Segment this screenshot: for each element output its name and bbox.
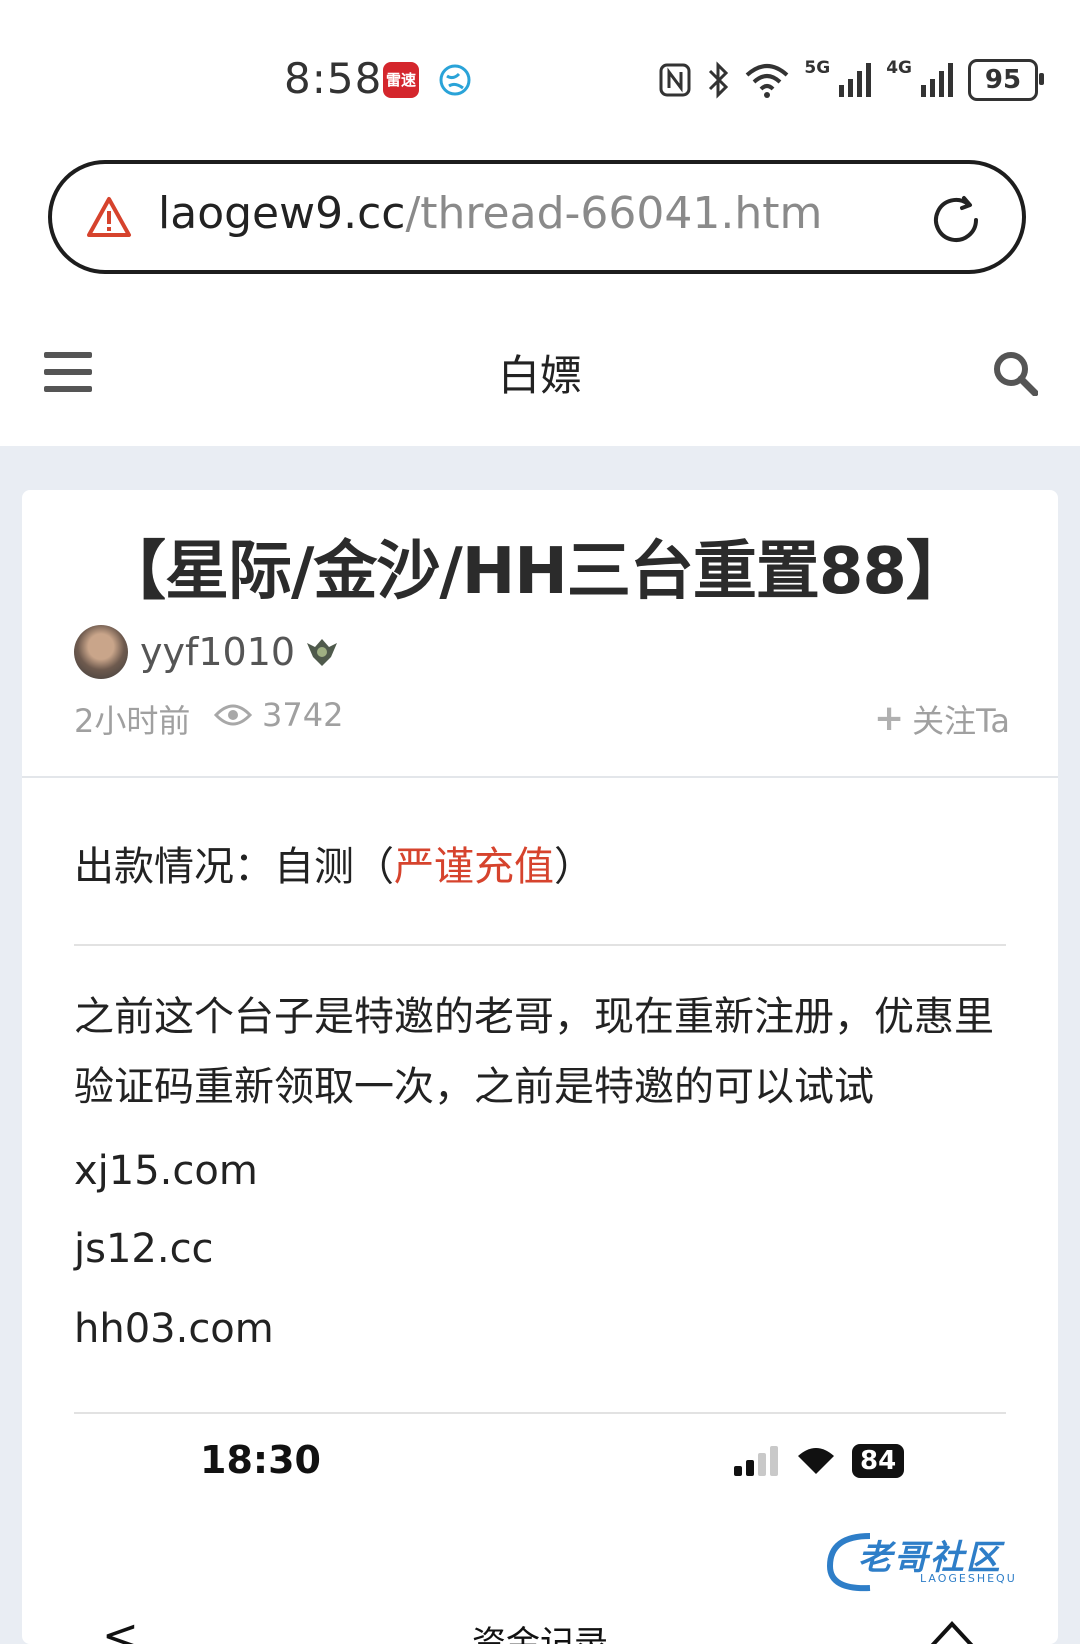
site-link[interactable]: js12.cc bbox=[74, 1226, 214, 1272]
view-count-value: 3742 bbox=[262, 696, 344, 734]
status-icons: 5G 4G 95 bbox=[658, 58, 1044, 102]
thread-card: 【星际/金沙/HH三台重置88】 yyf1010 2小时前 3742 + 关注T… bbox=[22, 490, 1058, 1644]
watermark-logo: 老哥社区 LAOGESHEQU bbox=[820, 1522, 1060, 1602]
status-time: 8:58 bbox=[284, 54, 383, 103]
site-title: 白嫖 bbox=[497, 351, 582, 400]
network-5g-label: 5G bbox=[804, 58, 831, 78]
wifi-icon bbox=[798, 1448, 834, 1474]
search-icon[interactable] bbox=[992, 350, 1038, 396]
battery-icon: 95 bbox=[968, 59, 1044, 101]
network-4g-label: 4G bbox=[886, 58, 912, 78]
bluetooth-icon bbox=[709, 61, 729, 99]
withdrawal-status: 出款情况：自测（严谨充值） bbox=[74, 834, 594, 892]
browser-notification-icon bbox=[439, 64, 471, 96]
site-link[interactable]: xj15.com bbox=[74, 1148, 258, 1194]
embedded-battery: 84 bbox=[852, 1444, 905, 1478]
url-host: laogew9.cc bbox=[158, 188, 406, 239]
signal-4g-icon bbox=[921, 63, 953, 97]
thread-meta: 2小时前 3742 + 关注Ta bbox=[74, 696, 1034, 740]
url-text[interactable]: laogew9.cc/thread-66041.htm bbox=[158, 188, 822, 239]
follow-label: 关注Ta bbox=[912, 702, 1010, 740]
embedded-page-title: 资金记录 bbox=[472, 1624, 608, 1644]
follow-button[interactable]: + 关注Ta bbox=[874, 696, 1010, 742]
embedded-time: 18:30 bbox=[200, 1438, 321, 1482]
site-link[interactable]: hh03.com bbox=[74, 1306, 274, 1352]
home-icon[interactable] bbox=[922, 1612, 982, 1644]
address-bar[interactable]: laogew9.cc/thread-66041.htm bbox=[48, 160, 1026, 274]
nfc-icon bbox=[659, 63, 691, 97]
app-notification-icon: 雷速 bbox=[383, 62, 419, 98]
signal-icon bbox=[734, 1446, 778, 1476]
thread-title: 【星际/金沙/HH三台重置88】 bbox=[102, 535, 970, 609]
embedded-screenshot[interactable]: 18:30 84 < 资金记录 bbox=[22, 1394, 1058, 1644]
signal-5g-icon bbox=[839, 63, 872, 97]
wifi-icon bbox=[746, 64, 789, 98]
rank-badge-icon bbox=[307, 639, 338, 666]
status-suffix: ） bbox=[554, 844, 594, 890]
status-prefix: 出款情况：自测（ bbox=[74, 844, 394, 890]
eye-icon bbox=[214, 704, 252, 726]
avatar[interactable] bbox=[74, 625, 128, 679]
post-time: 2小时前 bbox=[74, 702, 191, 740]
url-path: /thread-66041.htm bbox=[405, 188, 823, 239]
view-count: 3742 bbox=[214, 696, 343, 734]
watermark-subtext: LAOGESHEQU bbox=[920, 1572, 1017, 1585]
site-header: 白嫖 bbox=[0, 300, 1080, 446]
embedded-status-icons: 84 bbox=[734, 1444, 905, 1478]
divider bbox=[74, 944, 1006, 946]
plus-icon: + bbox=[873, 698, 905, 739]
author-row[interactable]: yyf1010 bbox=[74, 624, 339, 680]
warning-icon[interactable] bbox=[86, 196, 132, 238]
status-note: 严谨充值 bbox=[394, 844, 554, 890]
divider bbox=[22, 776, 1058, 778]
post-paragraph: 之前这个台子是特邀的老哥，现在重新注册，优惠里验证码重新领取一次，之前是特邀的可… bbox=[74, 994, 994, 1110]
author-name[interactable]: yyf1010 bbox=[140, 630, 295, 674]
reload-icon[interactable] bbox=[928, 192, 984, 248]
status-bar: 8:58 雷速 5G 4G 95 bbox=[0, 0, 1080, 150]
